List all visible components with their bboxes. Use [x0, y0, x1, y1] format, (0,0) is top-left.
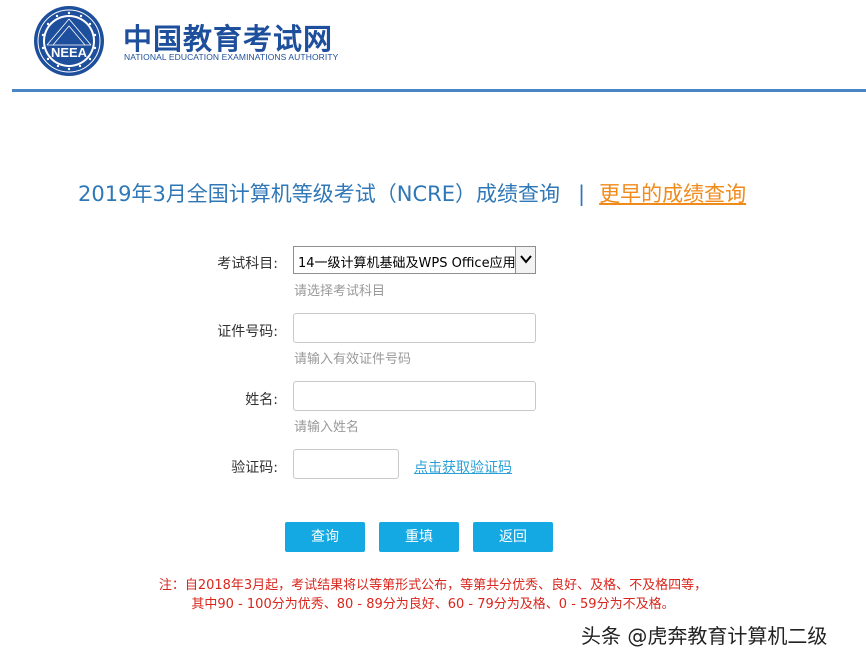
neea-logo-icon[interactable]: NEEA [33, 5, 105, 77]
reset-button[interactable]: 重填 [379, 522, 459, 552]
chevron-down-icon[interactable] [515, 247, 535, 273]
watermark: 头条 @虎奔教育计算机二级 [581, 624, 828, 648]
get-captcha-link[interactable]: 点击获取验证码 [414, 457, 512, 477]
site-header: NEEA 中国教育考试网 NATIONAL EDUCATION EXAMINAT… [0, 0, 866, 92]
title-separator: | [578, 182, 586, 206]
page-title-text: 2019年3月全国计算机等级考试（NCRE）成绩查询 [78, 182, 561, 206]
id-number-input[interactable] [293, 313, 536, 343]
subject-select-value: 14一级计算机基础及WPS Office应用 [298, 256, 516, 271]
captcha-label: 验证码: [231, 460, 278, 476]
name-hint: 请输入姓名 [294, 420, 360, 435]
grading-note-line1: 注：自2018年3月起，考试结果将以等第形式公布，等第共分优秀、良好、及格、不及… [158, 578, 708, 593]
header-divider [12, 89, 866, 92]
query-button[interactable]: 查询 [285, 522, 365, 552]
id-number-hint: 请输入有效证件号码 [294, 352, 412, 367]
subject-select[interactable]: 14一级计算机基础及WPS Office应用 [293, 246, 536, 274]
site-name-en: NATIONAL EDUCATION EXAMINATIONS AUTHORIT… [124, 52, 339, 62]
logo-seal-text: NEEA [51, 45, 88, 60]
earlier-results-link[interactable]: 更早的成绩查询 [599, 182, 746, 206]
grading-note-line2: 其中90 - 100分为优秀、80 - 89分为良好、60 - 79分为及格、0… [191, 597, 675, 612]
subject-label: 考试科目: [217, 256, 278, 272]
id-number-label: 证件号码: [217, 324, 278, 340]
back-button[interactable]: 返回 [473, 522, 553, 552]
name-input[interactable] [293, 381, 536, 411]
subject-hint: 请选择考试科目 [294, 284, 386, 299]
page-title: 2019年3月全国计算机等级考试（NCRE）成绩查询 | 更早的成绩查询 [78, 178, 746, 208]
name-label: 姓名: [245, 392, 278, 408]
captcha-input[interactable] [293, 449, 399, 479]
